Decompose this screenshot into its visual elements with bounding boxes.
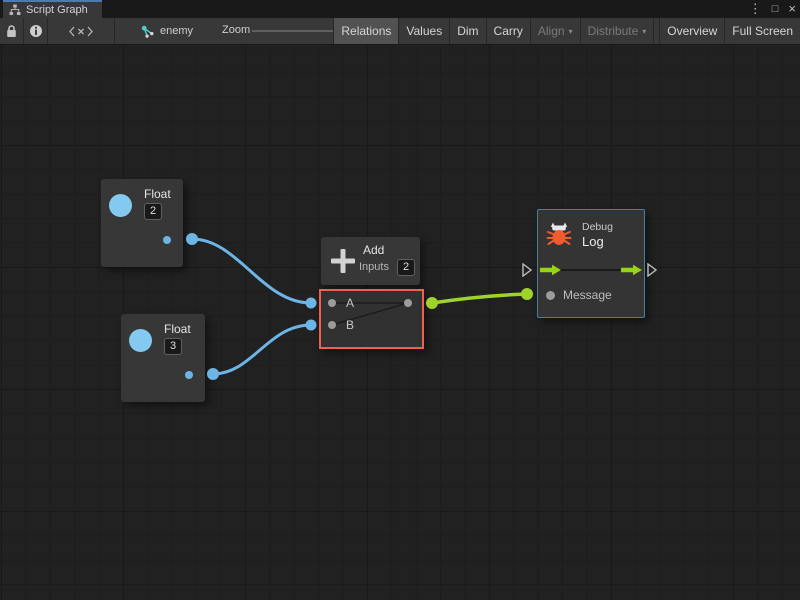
lock-button[interactable]	[0, 18, 23, 44]
maximize-icon[interactable]: □	[772, 0, 779, 18]
add-output-port[interactable]	[404, 299, 412, 307]
overview-button[interactable]: Overview	[659, 18, 724, 44]
plus-icon	[329, 247, 357, 275]
wire-float2-to-add-b[interactable]	[213, 325, 311, 374]
relations-button[interactable]: Relations	[333, 18, 398, 44]
menu-icon[interactable]: ⋮	[749, 0, 762, 18]
no-source-button[interactable]	[48, 18, 114, 44]
wire-endpoint-dot[interactable]	[306, 298, 317, 309]
carry-button[interactable]: Carry	[486, 18, 530, 44]
breadcrumb-label: enemy	[160, 25, 193, 37]
add-input-port-a[interactable]	[328, 299, 336, 307]
fullscreen-button[interactable]: Full Screen	[724, 18, 800, 44]
chevron-down-icon: ▾	[569, 27, 573, 36]
zoom-slider-track[interactable]	[252, 30, 340, 32]
graph-icon	[141, 25, 154, 38]
wire-endpoint-dot[interactable]	[306, 320, 317, 331]
bug-icon	[546, 221, 572, 247]
flow-input-arrow-icon[interactable]	[540, 264, 562, 276]
lock-icon	[6, 25, 17, 38]
inputs-label: Inputs	[359, 261, 389, 273]
script-graph-icon	[9, 4, 21, 16]
wire-add-to-debug-message[interactable]	[432, 294, 527, 303]
wire-endpoint-dot[interactable]	[426, 297, 438, 309]
zoom-label: Zoom	[222, 24, 250, 36]
float-type-icon	[109, 194, 132, 217]
dim-button[interactable]: Dim	[449, 18, 485, 44]
breadcrumb[interactable]: enemy	[141, 18, 193, 44]
code-brackets-icon	[69, 26, 93, 37]
message-input-port[interactable]	[546, 291, 555, 300]
window-controls: ⋮ □ ×	[749, 0, 796, 18]
float-node-1[interactable]: Float 2	[101, 179, 183, 267]
float-value-input[interactable]: 2	[144, 203, 162, 220]
tab-script-graph[interactable]: Script Graph	[3, 0, 102, 18]
chevron-down-icon: ▾	[642, 27, 646, 36]
align-dropdown[interactable]: Align ▾	[530, 18, 580, 44]
toolbar-buttons: Relations Values Dim Carry Align ▾ Distr…	[333, 18, 800, 44]
close-icon[interactable]: ×	[788, 0, 796, 18]
zoom-slider[interactable]	[252, 18, 340, 44]
inputs-count-input[interactable]: 2	[397, 259, 415, 276]
toolbar: enemy Zoom 1x Relations Values Dim Carry…	[0, 18, 800, 45]
message-port-label: Message	[563, 288, 612, 302]
flow-in-triangle-port[interactable]	[522, 263, 532, 277]
info-icon	[29, 24, 43, 38]
port-label-a: A	[346, 296, 354, 310]
node-category: Debug	[582, 221, 613, 233]
info-button[interactable]	[24, 18, 47, 44]
float-output-port[interactable]	[185, 371, 193, 379]
graph-canvas[interactable]: Float 2 Float 3 Add Inputs 2 A B	[0, 45, 800, 600]
wire-float1-to-add-a[interactable]	[192, 239, 311, 303]
wire-endpoint-dot[interactable]	[521, 288, 533, 300]
add-node-body-selected[interactable]: A B	[319, 289, 424, 349]
float-node-2[interactable]: Float 3	[121, 314, 205, 402]
wire-endpoint-dot[interactable]	[207, 368, 219, 380]
titlebar: Script Graph ⋮ □ ×	[0, 0, 800, 18]
debug-log-node[interactable]: Debug Log Message	[537, 209, 645, 318]
values-button[interactable]: Values	[398, 18, 449, 44]
flow-relation-line	[558, 269, 626, 271]
node-title: Float	[164, 322, 191, 336]
node-title: Float	[144, 187, 171, 201]
add-node-header[interactable]: Add Inputs 2	[321, 237, 420, 285]
wire-endpoint-dot[interactable]	[186, 233, 198, 245]
float-output-port[interactable]	[163, 236, 171, 244]
node-title: Log	[582, 234, 604, 249]
add-input-port-b[interactable]	[328, 321, 336, 329]
float-type-icon	[129, 329, 152, 352]
distribute-dropdown[interactable]: Distribute ▾	[580, 18, 654, 44]
flow-output-arrow-icon[interactable]	[621, 264, 643, 276]
node-title: Add	[363, 243, 384, 257]
flow-out-triangle-port[interactable]	[647, 263, 657, 277]
float-value-input[interactable]: 3	[164, 338, 182, 355]
tab-title: Script Graph	[26, 4, 88, 16]
port-label-b: B	[346, 318, 354, 332]
